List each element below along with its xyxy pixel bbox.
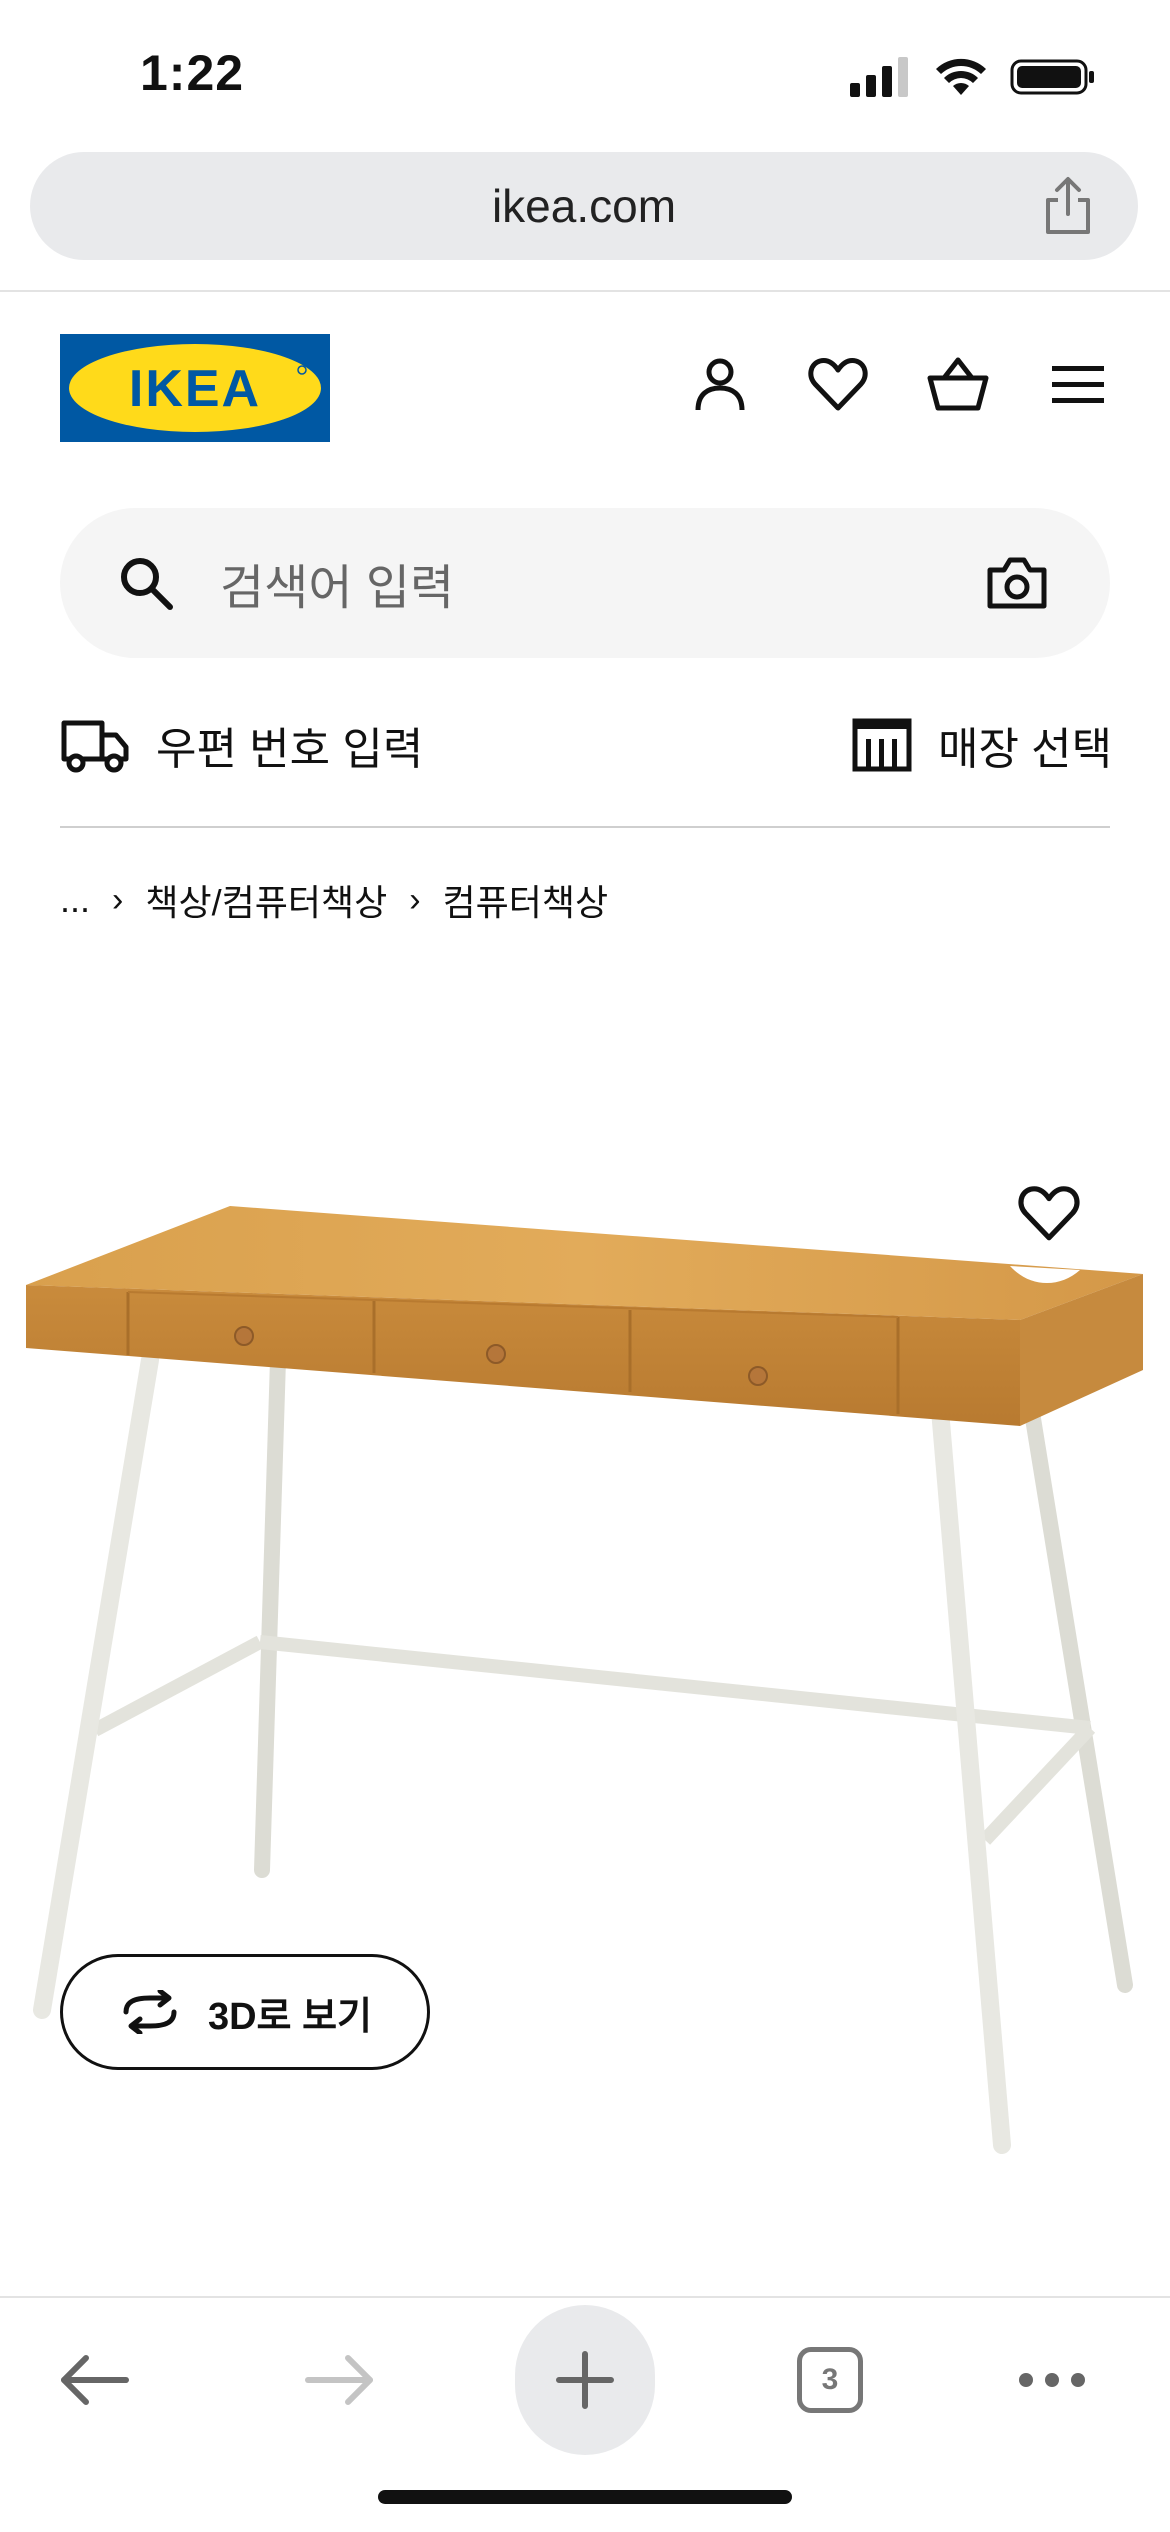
new-tab-button[interactable] (515, 2305, 655, 2455)
more-dots-icon (1019, 2373, 1085, 2387)
menu-icon[interactable] (1046, 352, 1110, 416)
heart-icon[interactable] (806, 352, 870, 416)
cellular-signal-icon (850, 57, 908, 97)
postal-code-label: 우편 번호 입력 (156, 725, 424, 774)
more-button[interactable] (982, 2310, 1122, 2450)
url-text[interactable]: ikea.com (30, 152, 1138, 260)
plus-icon (556, 2351, 614, 2409)
rotate-icon (123, 1990, 177, 2034)
battery-icon (1010, 59, 1094, 95)
postal-code-button[interactable]: 우편 번호 입력 (60, 712, 423, 778)
store-icon (852, 718, 912, 772)
search-input[interactable]: 검색어 입력 (220, 508, 454, 658)
search-bar[interactable]: 검색어 입력 (60, 508, 1110, 658)
wifi-icon (936, 58, 986, 95)
delivery-truck-icon (61, 720, 129, 773)
address-bar[interactable]: ikea.com (30, 152, 1138, 260)
store-select-label: 매장 선택 (938, 725, 1113, 774)
camera-icon[interactable] (986, 554, 1048, 612)
arrow-right-icon (305, 2355, 373, 2405)
breadcrumb-item[interactable]: 컴퓨터책상 (443, 874, 609, 926)
tab-count: 3 (797, 2347, 863, 2413)
home-indicator (378, 2490, 792, 2504)
user-icon[interactable] (688, 352, 752, 416)
section-divider (60, 826, 1110, 828)
breadcrumb-item[interactable]: ... (60, 879, 90, 921)
store-select-button[interactable]: 매장 선택 (852, 712, 1112, 778)
chevron-right-icon: › (112, 880, 124, 919)
arrow-left-icon (61, 2355, 129, 2405)
tabs-button[interactable]: 3 (760, 2310, 900, 2450)
share-icon[interactable] (1036, 174, 1100, 238)
new-tab-circle (515, 2305, 655, 2455)
view-3d-button[interactable]: 3D로 보기 (60, 1954, 430, 2070)
search-icon (121, 558, 173, 610)
status-icons (850, 52, 1096, 102)
view-3d-label: 3D로 보기 (207, 1995, 372, 2038)
svg-text:IKEA: IKEA (129, 360, 261, 418)
cart-icon[interactable] (926, 352, 990, 416)
status-time: 1:22 (140, 45, 245, 101)
ikea-logo[interactable]: IKEA (60, 334, 330, 442)
breadcrumb: ... › 책상/컴퓨터책상 › 컴퓨터책상 (60, 872, 608, 928)
chevron-right-icon: › (409, 880, 421, 919)
toolbar-divider (0, 2296, 1170, 2298)
back-button[interactable] (24, 2310, 164, 2450)
forward-button[interactable] (270, 2310, 410, 2450)
breadcrumb-item[interactable]: 책상/컴퓨터책상 (145, 874, 387, 926)
address-bar-divider (0, 290, 1170, 292)
add-to-favorites-icon[interactable] (1016, 1180, 1082, 1246)
